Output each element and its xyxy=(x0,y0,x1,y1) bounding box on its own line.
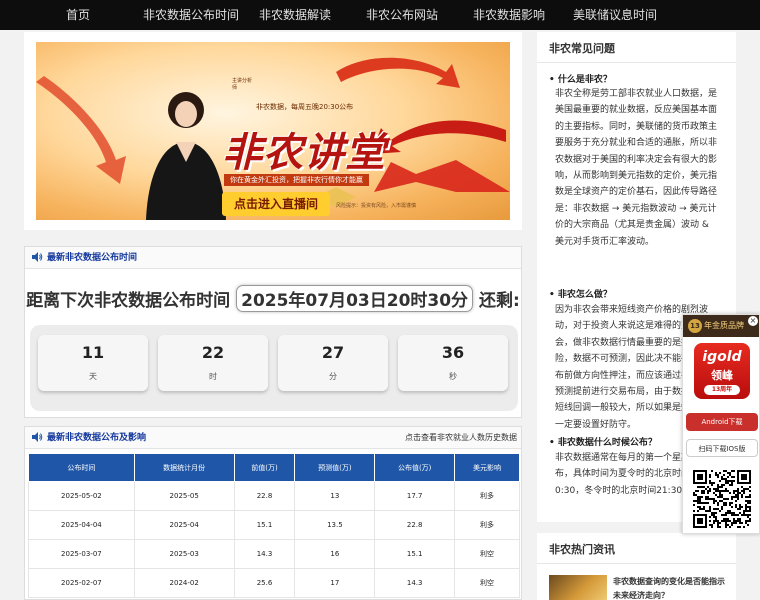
banner-subtitle: 你在黄金外汇投资，把握非农行情你才能赢 xyxy=(224,174,369,186)
table-row: 2025-03-07 2025-03 14.3 16 15.1 利空 xyxy=(28,539,520,569)
banner-risk-note: 风险提示：投资有风险，入市需谨慎 xyxy=(336,203,417,209)
banner-container: 主讲分析师 非农数据，每周五晚20:30公布 非农讲堂 你在黄金外汇投资，把握非… xyxy=(24,32,522,230)
countdown-unit: 时 xyxy=(209,372,217,381)
table-cell: 利空 xyxy=(454,568,520,598)
table-cell: 2025-03-07 xyxy=(28,539,135,569)
table-cell: 17 xyxy=(294,568,376,598)
nav-item-fed-meeting[interactable]: 美联储议息时间 xyxy=(573,0,657,30)
countdown-section-title: 最新非农数据公布时间 xyxy=(47,253,138,263)
table-header-row: 公布时间 数据统计月份 前值(万) 预测值(万) 公布值(万) 美元影响 xyxy=(28,453,520,482)
faq-title: 非农常见问题 xyxy=(549,42,615,55)
hot-news-link[interactable]: 非农数据查询的变化是否能指示未来经济走向？ xyxy=(613,575,731,600)
nfp-data-table: 公布时间 数据统计月份 前值(万) 预测值(万) 公布值(万) 美元影响 202… xyxy=(28,453,520,598)
column-header: 前值(万) xyxy=(233,453,296,482)
nav-item-home[interactable]: 首页 xyxy=(66,0,90,30)
countdown-hours: 22 时 xyxy=(158,335,268,391)
nav-item-impact[interactable]: 非农数据影响 xyxy=(473,0,545,30)
table-cell: 22.8 xyxy=(374,510,456,540)
countdown-days: 11 天 xyxy=(38,335,148,391)
countdown-unit: 分 xyxy=(329,372,337,381)
countdown-value: 11 xyxy=(81,343,105,362)
table-cell: 2025-03 xyxy=(133,539,235,569)
banner-host-label: 主讲分析师 xyxy=(232,78,253,91)
column-header: 美元影响 xyxy=(454,453,520,482)
table-cell: 2025-05-02 xyxy=(28,481,135,511)
faq-question[interactable]: • 什么是非农？ xyxy=(549,72,612,85)
table-cell: 25.6 xyxy=(233,568,296,598)
column-header: 预测值(万) xyxy=(294,453,376,482)
countdown-section: 最新非农数据公布时间 距离下次非农数据公布时间 2025年07月03日20时30… xyxy=(24,246,522,418)
countdown-minutes: 27 分 xyxy=(278,335,388,391)
close-icon[interactable]: × xyxy=(748,316,758,326)
table-cell: 2024-02 xyxy=(133,568,235,598)
app-name-cn: 领峰 xyxy=(711,369,733,382)
table-cell: 14.3 xyxy=(374,568,456,598)
ios-download-button[interactable]: 扫码下载IOS版 xyxy=(686,439,758,457)
column-header: 公布值(万) xyxy=(374,453,456,482)
nav-item-release-time[interactable]: 非农数据公布时间 xyxy=(143,0,239,30)
divider xyxy=(537,62,736,63)
app-name: igold xyxy=(702,349,742,365)
nav-item-release-site[interactable]: 非农公布网站 xyxy=(366,0,438,30)
table-header: 最新非农数据公布及影响 点击查看非农就业人数历史数据 xyxy=(25,427,521,449)
table-section-title: 最新非农数据公布及影响 xyxy=(47,433,147,443)
column-header: 公布时间 xyxy=(28,453,135,482)
anniversary-badge: 13 xyxy=(688,319,702,333)
table-cell: 22.8 xyxy=(233,481,296,511)
ad-header-text: 年金质品牌 xyxy=(704,321,744,330)
table-cell: 2025-04 xyxy=(133,510,235,540)
table-cell: 2025-04-04 xyxy=(28,510,135,540)
top-nav: 首页 非农数据公布时间 非农数据解读 非农公布网站 非农数据影响 美联储议息时间 xyxy=(0,0,760,30)
table-cell: 13.5 xyxy=(294,510,376,540)
countdown-text: 距离下次非农数据公布时间 2025年07月03日20时30分 还剩: xyxy=(25,285,521,312)
hot-news-sidebar: 非农热门资讯 非农数据查询的变化是否能指示未来经济走向？ xyxy=(537,533,736,600)
banner-live-room-button[interactable]: 点击进入直播间 xyxy=(222,192,330,216)
hot-news-title: 非农热门资讯 xyxy=(549,543,615,556)
qr-code-icon xyxy=(693,470,751,528)
faq-question[interactable]: • 非农数据什么时候公布？ xyxy=(549,435,657,448)
app-logo[interactable]: igold 领峰 13周年 xyxy=(694,343,750,399)
table-cell: 14.3 xyxy=(233,539,296,569)
nav-item-interpretation[interactable]: 非农数据解读 xyxy=(259,0,331,30)
table-cell: 利空 xyxy=(454,539,520,569)
table-cell: 15.1 xyxy=(233,510,296,540)
countdown-unit: 秒 xyxy=(449,372,457,381)
speaker-icon xyxy=(32,252,43,262)
table-cell: 2025-05 xyxy=(133,481,235,511)
faq-answer: 非农全称是劳工部非农就业人口数据，是美国最重要的就业数据，反应美国基本面的主要指… xyxy=(555,89,718,247)
table-row: 2025-02-07 2024-02 25.6 17 14.3 利空 xyxy=(28,568,520,598)
table-row: 2025-05-02 2025-05 22.8 13 17.7 利多 xyxy=(28,481,520,511)
countdown-value: 36 xyxy=(441,343,465,362)
table-row: 2025-04-04 2025-04 15.1 13.5 22.8 利多 xyxy=(28,510,520,540)
history-data-link[interactable]: 点击查看非农就业人数历史数据 xyxy=(405,427,517,449)
table-cell: 13 xyxy=(294,481,376,511)
countdown-unit: 天 xyxy=(89,372,97,381)
floating-app-ad: 13 年金质品牌 × igold 领峰 13周年 Android下载 扫码下载I… xyxy=(682,314,760,534)
countdown-suffix: 还剩: xyxy=(478,291,520,311)
column-header: 数据统计月份 xyxy=(133,453,235,482)
divider xyxy=(537,563,736,564)
banner-top-text: 非农数据，每周五晚20:30公布 xyxy=(256,103,354,111)
countdown-seconds: 36 秒 xyxy=(398,335,508,391)
countdown-value: 22 xyxy=(201,343,225,362)
speaker-icon xyxy=(32,432,43,442)
faq-question[interactable]: • 非农怎么做？ xyxy=(549,287,612,300)
table-cell: 17.7 xyxy=(374,481,456,511)
data-table-section: 最新非农数据公布及影响 点击查看非农就业人数历史数据 公布时间 数据统计月份 前… xyxy=(24,426,522,600)
table-cell: 15.1 xyxy=(374,539,456,569)
countdown-date: 2025年07月03日20时30分 xyxy=(236,285,474,312)
hot-news-thumbnail[interactable] xyxy=(549,575,607,600)
table-cell: 16 xyxy=(294,539,376,569)
table-cell: 利多 xyxy=(454,481,520,511)
table-cell: 2025-02-07 xyxy=(28,568,135,598)
countdown-value: 27 xyxy=(321,343,345,362)
table-cell: 利多 xyxy=(454,510,520,540)
countdown-prefix: 距离下次非农数据公布时间 xyxy=(26,291,231,311)
banner-ad[interactable]: 主讲分析师 非农数据，每周五晚20:30公布 非农讲堂 你在黄金外汇投资，把握非… xyxy=(36,42,510,220)
countdown-panel: 11 天 22 时 27 分 36 秒 xyxy=(30,325,518,411)
banner-title: 非农讲堂 xyxy=(222,130,386,176)
app-tag: 13周年 xyxy=(704,385,740,395)
android-download-button[interactable]: Android下载 xyxy=(686,413,758,431)
countdown-header: 最新非农数据公布时间 xyxy=(25,247,521,269)
